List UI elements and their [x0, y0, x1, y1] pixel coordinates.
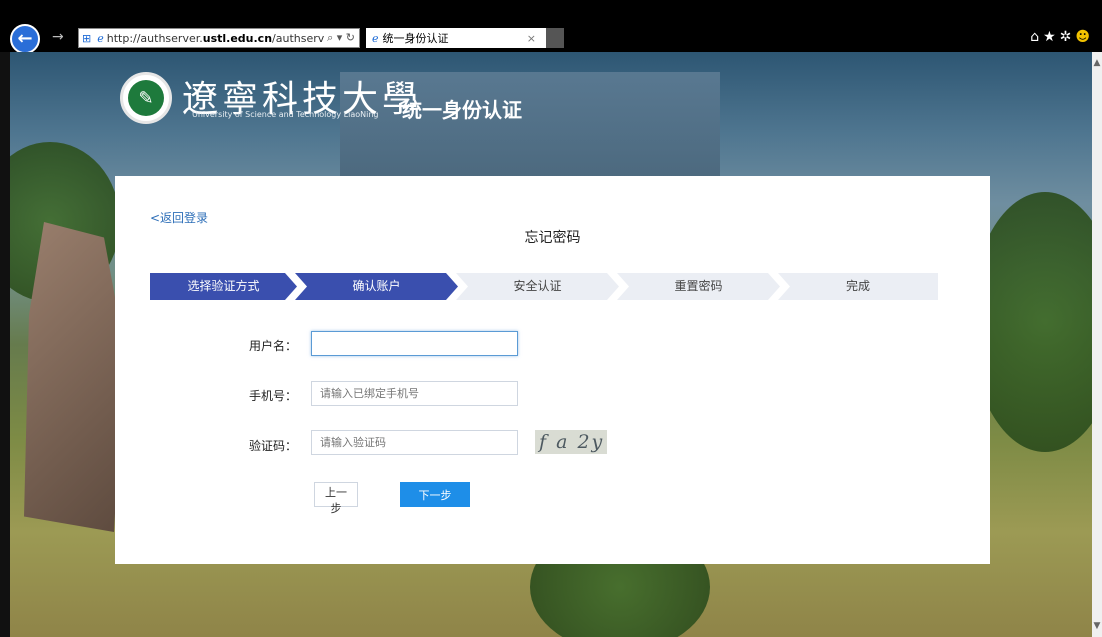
- captcha-image[interactable]: f a 2y: [535, 430, 607, 454]
- tab-title: 统一身份认证: [382, 32, 449, 45]
- university-emblem-icon: ✎: [120, 72, 172, 124]
- scroll-up-icon[interactable]: ▲: [1092, 58, 1102, 68]
- back-arrow-icon[interactable]: ←: [10, 24, 40, 54]
- window-edge: [0, 52, 10, 637]
- step-confirm-account: 确认账户: [295, 273, 458, 300]
- new-tab-button[interactable]: [546, 28, 564, 48]
- compat-view-icon[interactable]: ⊞: [82, 32, 91, 45]
- settings-gear-icon[interactable]: ✲: [1060, 29, 1076, 45]
- university-name-en: University of Science and Technology Lia…: [192, 110, 379, 119]
- feedback-smiley-icon[interactable]: ☻: [1075, 29, 1094, 45]
- forward-arrow-icon[interactable]: →: [52, 29, 64, 45]
- phone-label: 手机号：: [248, 389, 297, 403]
- url-text: http://authserver.ustl.edu.cn/authserv: [106, 31, 325, 45]
- next-step-button[interactable]: 下一步: [400, 482, 470, 507]
- favorites-star-icon[interactable]: ★: [1043, 29, 1060, 45]
- ie-page-icon: ℯ: [97, 31, 104, 45]
- browser-chrome: ← → ⊞ ℯ http://authserver.ustl.edu.cn/au…: [0, 0, 1102, 54]
- step-complete: 完成: [778, 273, 938, 300]
- username-label: 用户名：: [248, 339, 297, 353]
- home-icon[interactable]: ⌂: [1030, 29, 1043, 45]
- captcha-input[interactable]: [311, 430, 518, 455]
- tab-close-icon[interactable]: ×: [527, 32, 536, 45]
- step-reset-password: 重置密码: [617, 273, 780, 300]
- step-choose-method: 选择验证方式: [150, 273, 297, 300]
- forgot-password-card: <返回登录 忘记密码 选择验证方式 确认账户 安全认证 重置密码 完成 用户名：…: [115, 176, 990, 564]
- vertical-scrollbar[interactable]: ▲ ▼: [1092, 52, 1102, 637]
- page-title: 忘记密码: [524, 230, 581, 246]
- search-refresh-icons[interactable]: ⌕ ▾ ↻: [327, 31, 355, 45]
- background-rock: [24, 222, 124, 532]
- captcha-label: 验证码：: [248, 439, 297, 453]
- address-bar[interactable]: ⊞ ℯ http://authserver.ustl.edu.cn/authse…: [78, 28, 360, 48]
- username-input[interactable]: [311, 331, 518, 356]
- toolbar-icons: ⌂★✲☻: [1030, 29, 1094, 45]
- browser-tab[interactable]: ℯ 统一身份认证 ×: [366, 28, 546, 48]
- system-title: 统一身份认证: [402, 98, 522, 122]
- scroll-down-icon[interactable]: ▼: [1092, 621, 1102, 631]
- page-viewport: ✎ 遼寧科技大學 University of Science and Techn…: [10, 52, 1092, 637]
- phone-input[interactable]: [311, 381, 518, 406]
- tab-favicon-icon: ℯ: [372, 31, 379, 45]
- step-progress: 选择验证方式 确认账户 安全认证 重置密码 完成: [150, 273, 938, 300]
- step-security-auth: 安全认证: [456, 273, 619, 300]
- back-to-login-link[interactable]: <返回登录: [150, 209, 208, 226]
- previous-step-button[interactable]: 上一步: [314, 482, 358, 515]
